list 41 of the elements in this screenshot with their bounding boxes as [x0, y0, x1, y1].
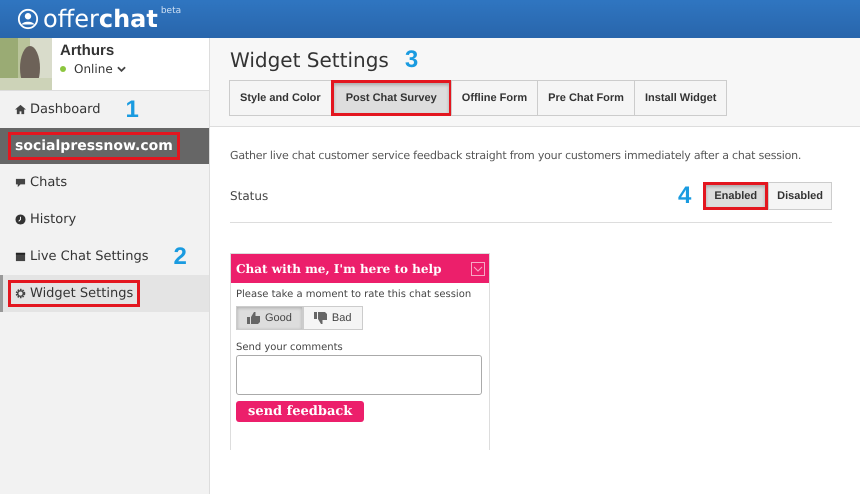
annotation-number: 1 [126, 98, 139, 122]
sidebar-item[interactable]: Widget Settings [8, 280, 140, 307]
user-name: Arthurs [60, 42, 116, 59]
tab[interactable]: Offline Form [450, 80, 538, 116]
rating-button[interactable]: Good [236, 306, 303, 330]
send-feedback-button[interactable]: send feedback [236, 401, 364, 422]
tab[interactable]: Style and Color [229, 80, 332, 116]
window-icon [15, 251, 26, 262]
comments-field[interactable] [236, 355, 482, 395]
description-text: Gather live chat customer service feedback straight from your customers immediately after a chat session. [230, 149, 802, 162]
brand-logo: offerchat [43, 7, 158, 31]
tab[interactable]: Post Chat Survey [330, 80, 452, 116]
status-toggle-button[interactable]: Disabled [768, 182, 832, 210]
status-label: Status [230, 189, 270, 203]
status-dropdown[interactable]: Online [60, 62, 126, 76]
speech-bubble-icon [15, 177, 26, 188]
annotation-number: 4 [678, 184, 692, 208]
sidebar-item[interactable]: Dashboard [8, 96, 108, 123]
chat-person-icon [17, 8, 39, 30]
beta-label: beta [160, 6, 182, 16]
sidebar-item[interactable]: socialpressnow.com [8, 132, 180, 160]
annotation-number: 3 [404, 48, 418, 72]
rating-prompt: Please take a moment to rate this chat session [236, 289, 472, 300]
sidebar-item[interactable]: Chats [8, 169, 74, 196]
thumbs-down-icon [314, 312, 328, 324]
annotation-number: 2 [174, 244, 187, 268]
sidebar-item[interactable]: Live Chat Settings [8, 243, 156, 270]
rating-button[interactable]: Bad [302, 306, 362, 330]
sidebar-item[interactable]: History [8, 206, 84, 233]
tab[interactable]: Pre Chat Form [537, 80, 635, 116]
thumbs-up-icon [247, 312, 261, 324]
comments-label: Send your comments [236, 342, 344, 353]
settings-icon [15, 288, 26, 299]
chevron-down-icon[interactable] [471, 262, 485, 276]
widget-title: Chat with me, I'm here to help [236, 262, 442, 276]
tab[interactable]: Install Widget [634, 80, 728, 116]
page-title: Widget Settings [230, 48, 389, 72]
status-toggle-button[interactable]: Enabled [703, 182, 768, 210]
home-icon [15, 104, 26, 115]
clock-icon [15, 214, 26, 225]
chevron-down-icon [116, 66, 126, 72]
